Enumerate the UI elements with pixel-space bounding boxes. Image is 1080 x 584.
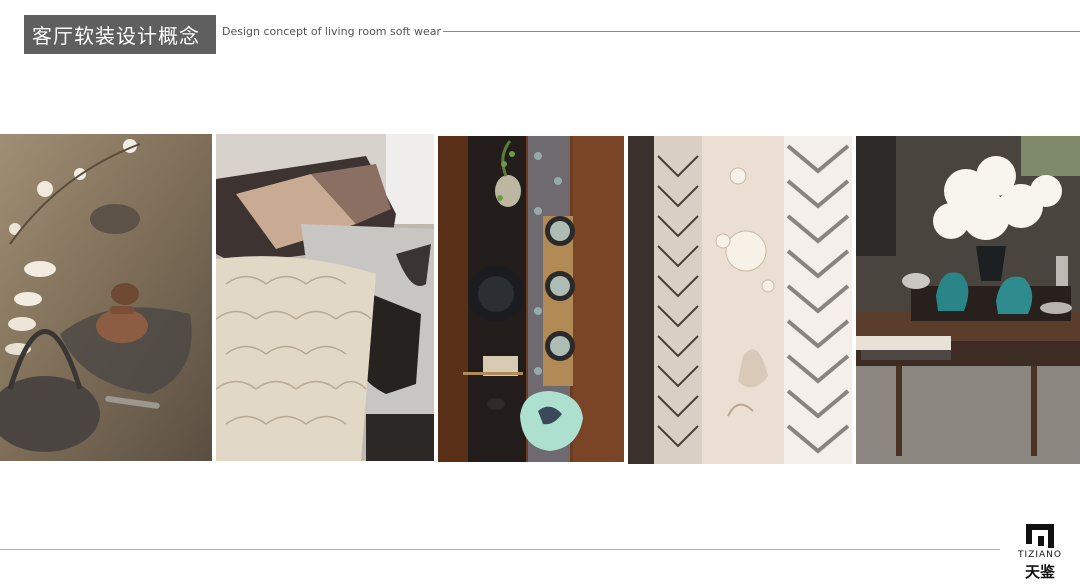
page-subtitle: Design concept of living room soft wear [222,25,441,38]
svg-text:TIZIANO: TIZIANO [1017,550,1062,560]
photo-coffee-table-decor [856,136,1080,464]
page-title-box: 客厅软装设计概念 [24,15,216,54]
photo-tea-set [0,134,212,461]
photo-table-setting [438,136,624,462]
photo-cushions [216,134,434,461]
footer-divider [0,549,1000,550]
brand-logo: TIZIANO 天鉴 [1008,520,1072,581]
photo-curtain-fabrics [628,136,852,464]
header-divider [443,31,1080,32]
page-title: 客厅软装设计概念 [32,24,200,48]
svg-text:天鉴: 天鉴 [1025,563,1056,580]
